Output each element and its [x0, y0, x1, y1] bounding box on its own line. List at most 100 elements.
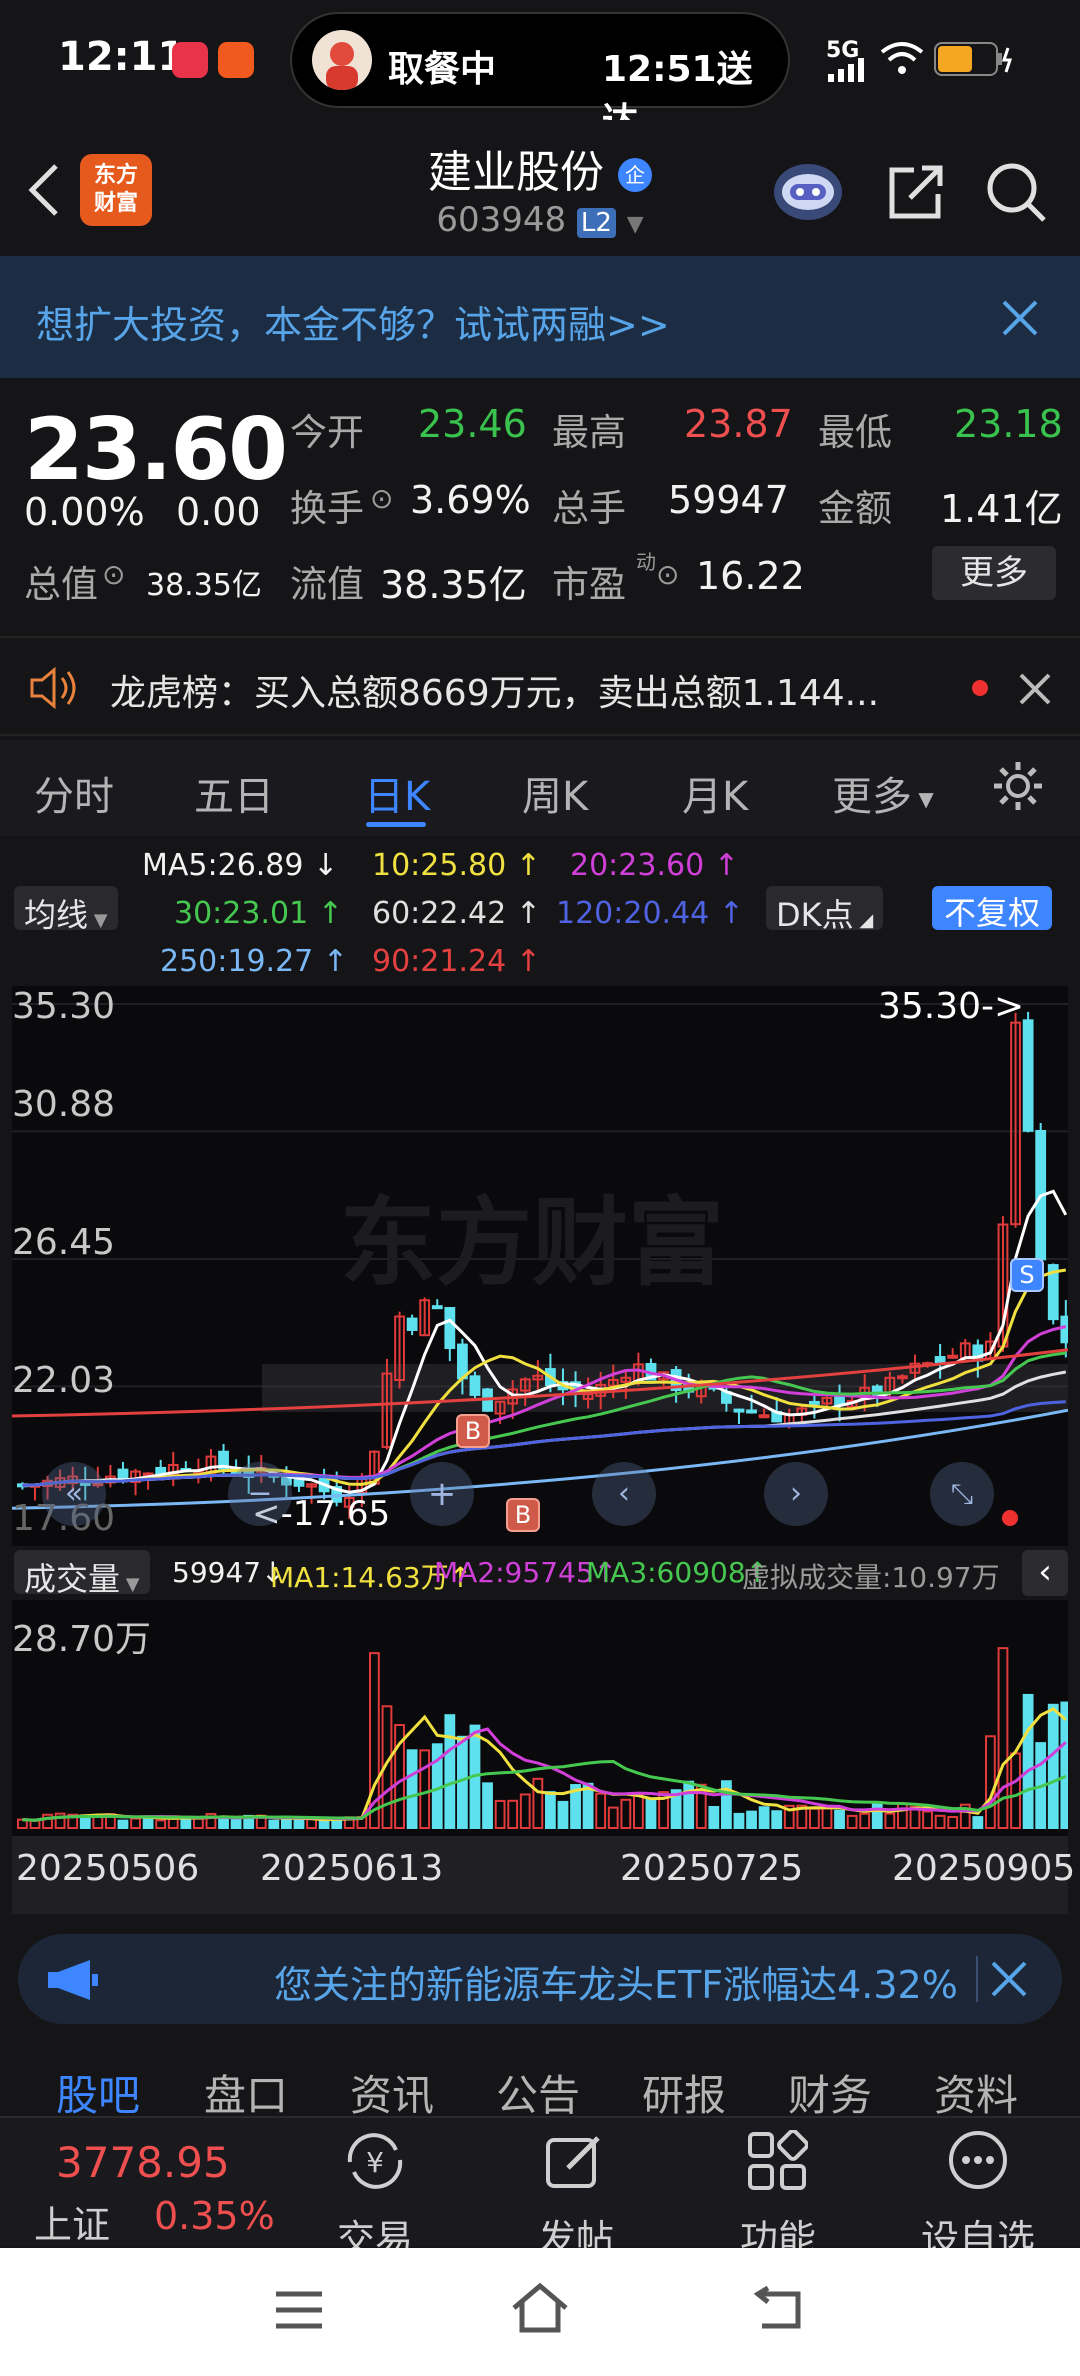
- grid-functions-icon[interactable]: [746, 2130, 808, 2192]
- tab-guba[interactable]: 股吧: [56, 2062, 140, 2116]
- delivery-avatar-icon: [312, 30, 372, 90]
- current-price: 23.60: [24, 400, 288, 500]
- tab-more[interactable]: 更多 ▼: [832, 764, 934, 822]
- banner-text: 想扩大投资，本金不够？试试两融>>: [36, 303, 670, 347]
- add-watchlist-icon[interactable]: [946, 2128, 1010, 2192]
- gear-icon[interactable]: [990, 758, 1046, 814]
- buy-signal-marker[interactable]: B: [506, 1498, 540, 1532]
- date-label: 20250725: [620, 1848, 804, 1889]
- volume-bar: [318, 1819, 330, 1830]
- tab-news[interactable]: 资讯: [350, 2062, 434, 2116]
- robot-assistant-icon[interactable]: [770, 156, 846, 224]
- etf-alert[interactable]: 您关注的新能源车龙头ETF涨幅达4.32%: [18, 1934, 1062, 2024]
- ma-selector[interactable]: 均线 ▼: [14, 886, 118, 934]
- virtual-volume: 虚拟成交量:10.97万: [742, 1561, 1000, 1594]
- tab-five-day[interactable]: 五日: [194, 764, 274, 822]
- zoom-in-icon[interactable]: +: [410, 1462, 474, 1526]
- etf-text: 您关注的新能源车龙头ETF涨幅达4.32%: [274, 1963, 958, 2007]
- volume-bar: [985, 1735, 996, 1829]
- volume-bar: [897, 1802, 908, 1829]
- tab-order-book[interactable]: 盘口: [204, 2062, 288, 2116]
- volume-bar: [29, 1819, 41, 1829]
- megaphone-icon: [48, 1960, 98, 2000]
- tab-intraday[interactable]: 分时: [34, 764, 114, 822]
- share-icon[interactable]: [884, 160, 948, 224]
- candle-body: [117, 1468, 129, 1481]
- expand-icon[interactable]: ⤡: [930, 1462, 994, 1526]
- edit-post-icon[interactable]: [544, 2130, 606, 2192]
- back-nav-icon[interactable]: [754, 2286, 806, 2332]
- home-icon[interactable]: [510, 2282, 570, 2334]
- more-button[interactable]: 更多: [932, 546, 1056, 600]
- trade-icon[interactable]: ¥: [340, 2128, 410, 2194]
- candlestick-chart[interactable]: 东方财富 35.30 30.88 26.45 22.03 17.60 35.30…: [11, 986, 1072, 1546]
- chevron-down-icon: ▼: [88, 910, 108, 931]
- search-icon[interactable]: [984, 160, 1048, 224]
- collapse-panel-icon[interactable]: ‹: [1022, 1550, 1068, 1596]
- close-icon[interactable]: [990, 1960, 1028, 1998]
- volume-bar: [708, 1805, 720, 1829]
- volume-bar: [733, 1812, 745, 1829]
- tab-monthly-k[interactable]: 月K: [682, 764, 748, 822]
- tab-financials[interactable]: 财务: [788, 2062, 872, 2116]
- live-activity-island[interactable]: 取餐中 12:51送达: [290, 12, 790, 142]
- turnover: 3.69%: [410, 478, 531, 522]
- island-status: 取餐中: [388, 49, 497, 90]
- close-icon[interactable]: [1000, 298, 1040, 338]
- volume-chart[interactable]: 28.70万: [12, 1600, 1072, 1836]
- stock-header: 东方 财富 建业股份 企 603948 L2 ▼: [0, 120, 1080, 256]
- dragon-tiger-notice[interactable]: 龙虎榜：买入总额8669万元，卖出总额1.144...: [0, 636, 1080, 736]
- volume: 59947: [668, 478, 789, 522]
- scroll-left-fast-icon[interactable]: «: [42, 1462, 106, 1526]
- margin-trading-banner[interactable]: 想扩大投资，本金不够？试试两融>>: [0, 256, 1080, 378]
- tab-daily-k[interactable]: 日K: [364, 764, 430, 822]
- chart-period-tabs: 分时 五日 日K 周K 月K 更多 ▼: [0, 740, 1080, 836]
- ma90-value: 90:21.24 ↑: [372, 944, 541, 979]
- content-tabs: 股吧 盘口 资讯 公告 研报 财务 资料: [0, 2040, 1080, 2116]
- volume-bar: [545, 1791, 556, 1830]
- ma120-value: 120:20.44 ↑: [556, 896, 744, 931]
- tab-announcements[interactable]: 公告: [496, 2062, 580, 2116]
- date-label: 20250905: [892, 1848, 1076, 1889]
- index-value[interactable]: 3778.95: [56, 2138, 230, 2187]
- volume-bar: [746, 1810, 757, 1829]
- tab-profile[interactable]: 资料: [934, 2062, 1018, 2116]
- volume-bar: [117, 1819, 129, 1830]
- zoom-out-icon[interactable]: −: [228, 1462, 292, 1526]
- volume-bar: [1010, 1752, 1021, 1829]
- tab-research[interactable]: 研报: [642, 2062, 726, 2116]
- moving-average-legend: MA5:26.89 ↓ 10:25.80 ↑ 20:23.60 ↑ 均线 ▼ 3…: [0, 836, 1080, 986]
- low-price: 23.18: [954, 402, 1063, 446]
- candle-body: [444, 1307, 456, 1350]
- scroll-right-icon[interactable]: ›: [764, 1462, 828, 1526]
- chevron-down-icon: ▼: [626, 212, 644, 237]
- candle-body: [947, 1354, 959, 1359]
- volume-bar: [595, 1792, 607, 1829]
- volume-bar: [683, 1780, 695, 1829]
- enterprise-badge: 企: [618, 158, 652, 192]
- ma250-value: 250:19.27 ↑: [160, 944, 348, 979]
- float-cap: 38.35亿: [380, 563, 527, 607]
- tab-weekly-k[interactable]: 周K: [522, 764, 588, 822]
- close-icon[interactable]: [1018, 672, 1052, 706]
- price-adjust-button[interactable]: 不复权: [932, 886, 1053, 932]
- menu-icon[interactable]: [274, 2288, 324, 2332]
- pe-label: 市盈: [552, 563, 626, 606]
- date-label: 20250506: [16, 1848, 200, 1889]
- volume-bar: [972, 1816, 984, 1829]
- scroll-left-icon[interactable]: ‹: [592, 1462, 656, 1526]
- volume-bar: [809, 1807, 820, 1829]
- volume-bar: [620, 1798, 632, 1829]
- index-change[interactable]: 0.35%: [154, 2194, 275, 2238]
- buy-signal-marker[interactable]: B: [456, 1414, 490, 1448]
- corner-triangle-icon: ◢: [853, 910, 874, 931]
- chevron-down-icon: ▼: [912, 787, 934, 811]
- info-icon: ⊙: [370, 482, 394, 515]
- notice-text: 龙虎榜：买入总额8669万元，卖出总额1.144...: [110, 673, 880, 714]
- speaker-icon: [30, 666, 76, 710]
- indicator-selector[interactable]: 成交量 ▼: [14, 1550, 150, 1598]
- index-name[interactable]: 上证: [34, 2194, 110, 2249]
- dk-point-button[interactable]: DK点 ◢: [766, 886, 884, 934]
- volume-bar: [519, 1793, 531, 1829]
- sell-signal-marker[interactable]: S: [1010, 1258, 1044, 1292]
